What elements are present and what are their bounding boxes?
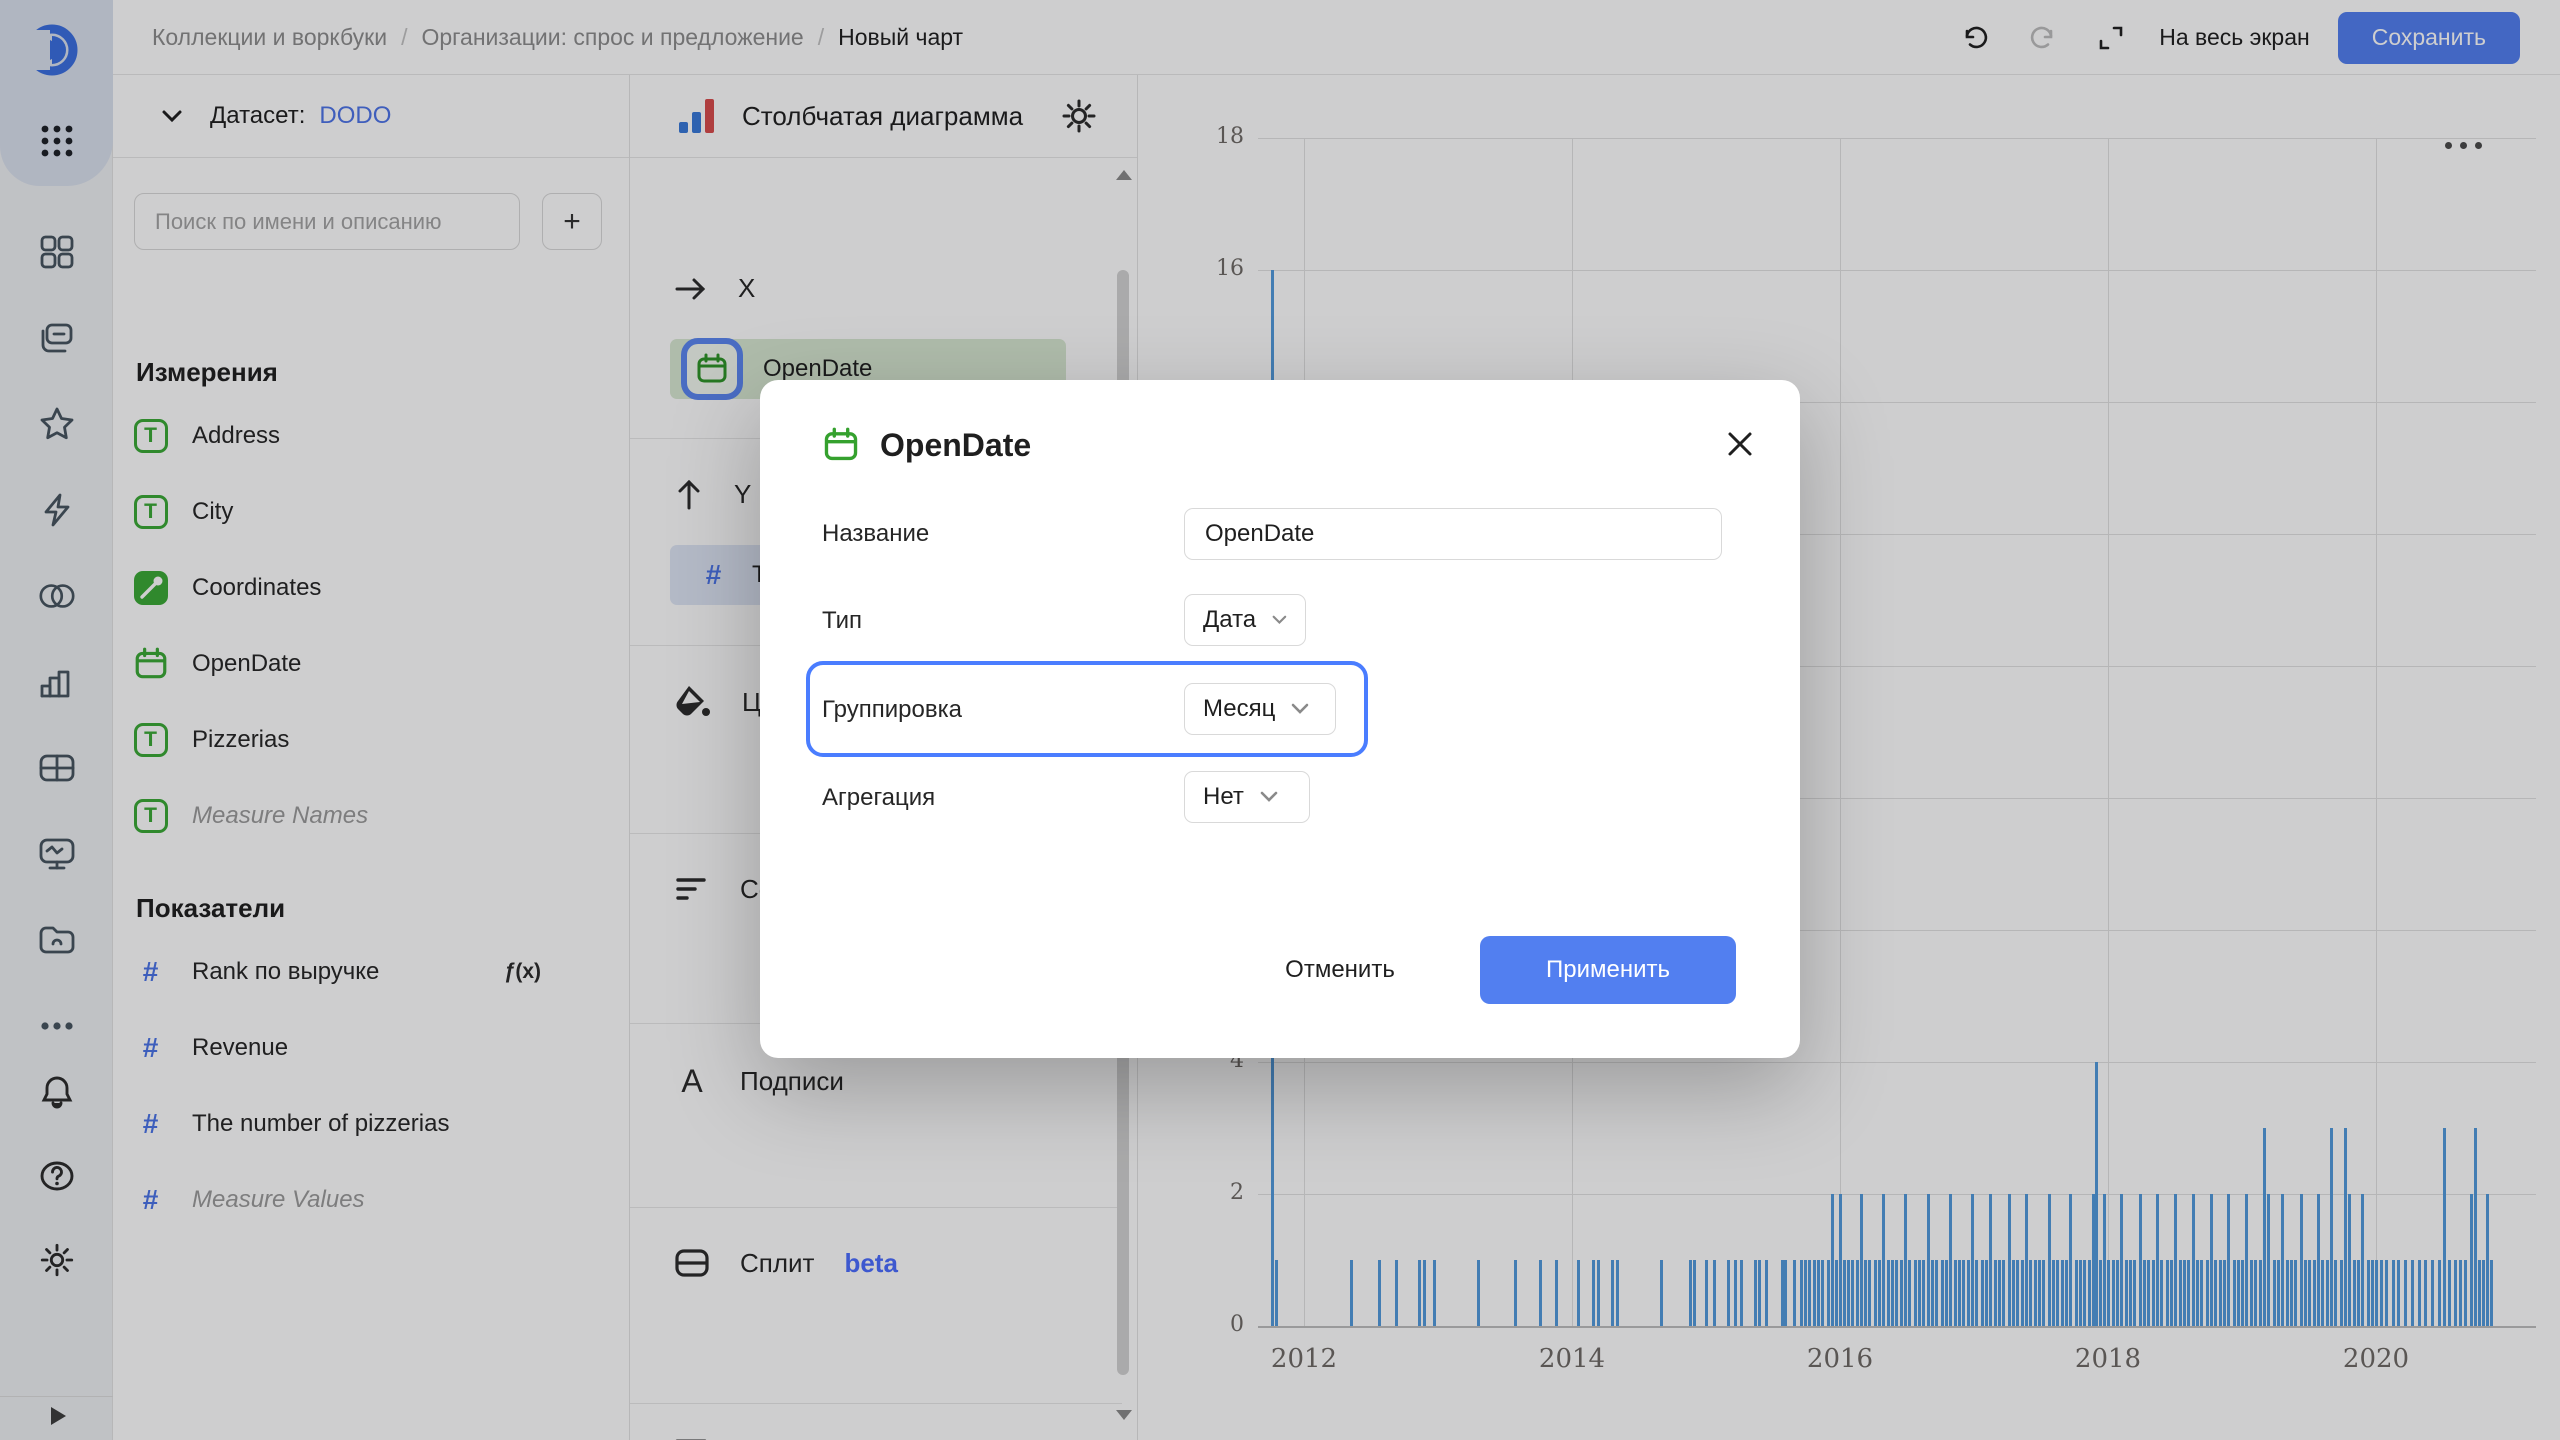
grouping-field-label: Группировка	[822, 696, 962, 724]
name-field-label: Название	[822, 520, 929, 548]
datalens-chart-editor: Коллекции и воркбуки / Организации: спро…	[0, 0, 2560, 1440]
grouping-select[interactable]: Месяц	[1184, 683, 1336, 735]
type-field-label: Тип	[822, 607, 862, 635]
apply-button[interactable]: Применить	[1480, 936, 1736, 1004]
calendar-icon	[822, 426, 860, 464]
type-select-value: Дата	[1203, 606, 1256, 634]
name-input[interactable]	[1184, 508, 1722, 560]
aggregation-select-value: Нет	[1203, 783, 1244, 811]
chevron-down-icon	[1291, 703, 1309, 715]
chevron-down-icon	[1272, 614, 1287, 626]
close-icon[interactable]	[1722, 426, 1758, 462]
dialog-title: OpenDate	[880, 427, 1031, 464]
aggregation-select[interactable]: Нет	[1184, 771, 1310, 823]
field-settings-dialog: OpenDate Название Тип Дата Группировка М…	[760, 380, 1800, 1058]
cancel-button[interactable]: Отменить	[1270, 936, 1410, 1004]
type-select[interactable]: Дата	[1184, 594, 1306, 646]
grouping-select-value: Месяц	[1203, 695, 1275, 723]
chevron-down-icon	[1260, 791, 1278, 803]
aggregation-field-label: Агрегация	[822, 784, 935, 812]
